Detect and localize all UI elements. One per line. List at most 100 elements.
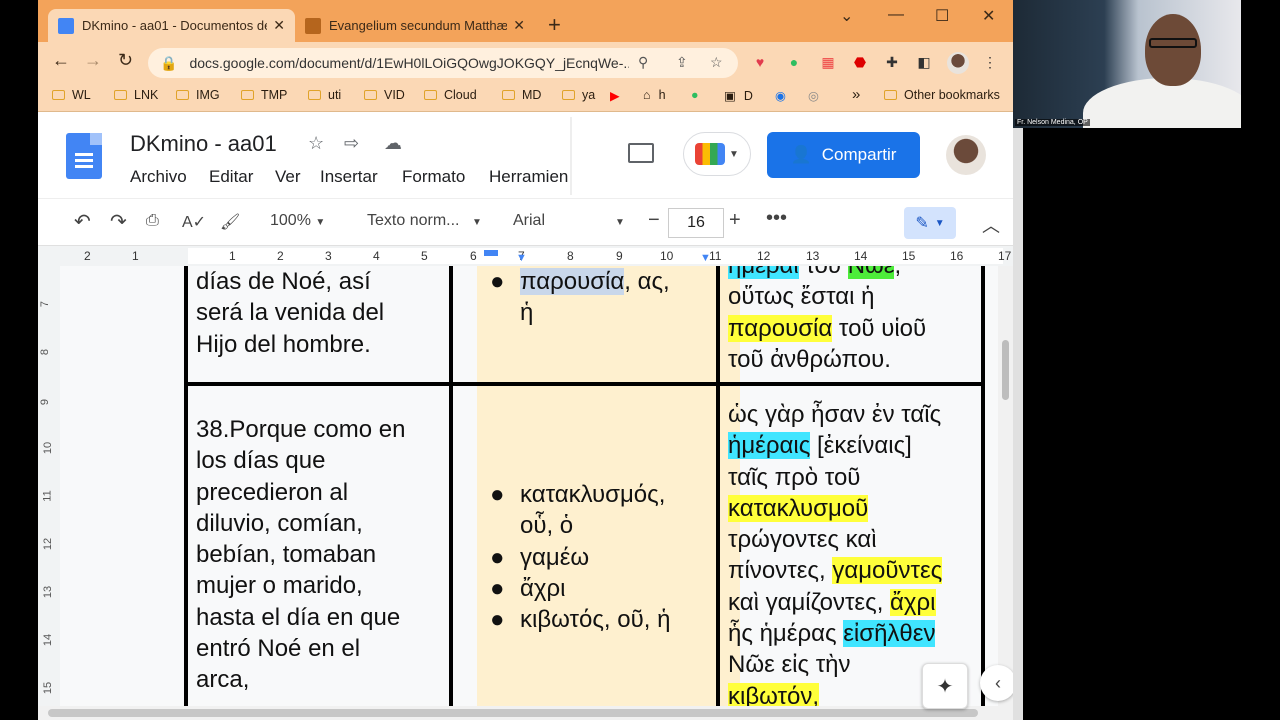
profile-avatar[interactable] [947,52,969,74]
youtube-icon[interactable]: ▶ [610,88,620,103]
menu-insertar[interactable]: Insertar [320,167,378,187]
bookmark-img[interactable]: IMG [176,88,220,102]
star-icon[interactable]: ☆ [710,54,723,71]
comments-icon[interactable] [628,143,654,163]
bookmark-ya[interactable]: ya [562,88,595,102]
extensions-icon[interactable]: ✚ [882,52,902,72]
style-select[interactable]: Texto norm... ▼ [367,212,482,230]
bookmark-label: IMG [196,88,220,102]
row1-spanish[interactable]: días de Noé, así será la venida del Hijo… [196,266,384,360]
row2-vocab[interactable]: ● κατακλυσμός, οὗ, ὁ ● γαμέω ● ἄχρι ● κιβωτό… [490,479,720,635]
side-panel-toggle[interactable]: ‹ [980,665,1016,701]
adblock-icon[interactable]: ⬣ [850,52,870,72]
menu-ver[interactable]: Ver [275,167,301,187]
bookmark-tmp[interactable]: TMP [241,88,287,102]
ruler-number: 10 [660,249,674,263]
address-bar[interactable]: 🔒 docs.google.com/document/d/1EwH0lLOiGQ… [148,48,738,78]
scroll-thumb[interactable] [48,709,978,717]
cloud-status-icon[interactable]: ☁ [384,133,402,154]
row1-vocab[interactable]: ● παρουσία, ας, ἡ [490,266,720,329]
ruler-number: 16 [950,249,964,263]
tab-docs[interactable]: DKmino - aa01 - Documentos de ✕ [48,9,295,42]
bookmark-lnk[interactable]: LNK [114,88,158,102]
bookmark-vid[interactable]: VID [364,88,405,102]
new-tab-button[interactable]: + [548,12,561,38]
forward-button[interactable]: → [84,50,102,71]
tab-stop-icon[interactable]: ▼ [700,252,711,264]
bookmark-uti[interactable]: uti [308,88,341,102]
horizontal-ruler[interactable]: 2 1 1 2 3 4 5 6 7 8 9 10 11 12 13 14 15 … [38,246,1013,266]
close-window-button[interactable]: ✕ [982,6,995,26]
vertical-scrollbar[interactable] [998,266,1013,706]
extension-badge-icon[interactable]: ▦ [818,52,838,72]
greek-word: εἰσῆλθεν [843,620,936,648]
bookmark-h[interactable]: ⌂ h [643,88,666,102]
redo-icon[interactable]: ↷ [110,209,127,234]
row2-spanish[interactable]: 38.Porque como en los días que precedier… [196,414,405,696]
share-icon[interactable]: ⇪ [676,54,688,71]
tab-search-icon[interactable]: ⌄ [840,6,853,26]
maximize-button[interactable]: ☐ [935,6,949,26]
bookmark-cloud[interactable]: Cloud [424,88,477,102]
scroll-thumb[interactable] [1002,340,1009,400]
ruler-number: 6 [470,249,477,263]
google-docs-icon[interactable] [66,133,102,179]
share-button[interactable]: 👤 Compartir [767,132,920,178]
sidepanel-icon[interactable]: ◧ [914,52,934,72]
edge-icon[interactable]: ◉ [775,88,786,103]
menu-editar[interactable]: Editar [209,167,253,187]
more-bookmarks[interactable]: » [852,86,860,103]
explore-button[interactable]: ✦ [922,663,968,709]
ruler-number: 13 [42,585,55,599]
evernote-icon[interactable]: ● [784,52,804,72]
back-button[interactable]: ← [52,50,70,71]
spellcheck-icon[interactable]: A✓ [182,212,206,232]
podcast-icon[interactable]: ◎ [808,88,819,103]
star-icon[interactable]: ☆ [308,133,324,154]
increase-font-button[interactable]: + [729,209,741,232]
home-icon: ⌂ [643,88,651,102]
close-icon[interactable]: ✕ [273,17,285,34]
vertical-ruler[interactable]: 7 8 9 10 11 12 13 14 15 [38,266,60,706]
row1-greek[interactable]: ἡμέραι τοῦ Νῶε, οὕτως ἔσται ἡ παρουσία τ… [728,266,978,375]
reload-button[interactable]: ↻ [118,50,133,71]
close-icon[interactable]: ✕ [513,17,525,34]
font-select[interactable]: Arial ▼ [513,212,625,230]
document-title[interactable]: DKmino - aa01 [130,131,277,157]
document-canvas[interactable]: días de Noé, así será la venida del Hijo… [60,266,1013,706]
ruler-number: 14 [42,633,55,647]
bookmark-label: h [658,88,666,102]
menu-icon[interactable]: ⋮ [980,52,1000,72]
meet-button[interactable]: ▼ [683,132,751,176]
evernote-bookmark-icon[interactable]: ● [691,88,699,102]
menu-archivo[interactable]: Archivo [130,167,187,187]
tab-stop-icon[interactable]: ▼ [516,252,527,264]
collapse-icon[interactable]: ︿ [982,212,1000,238]
text-line: diluvio, comían, [196,509,363,537]
editing-mode-button[interactable]: ✎ ▼ [904,207,956,239]
font-size-input[interactable]: 16 [668,208,724,238]
print-icon[interactable]: ⎙ [146,212,159,230]
more-options-icon[interactable]: ••• [766,207,787,230]
bookmark-wl[interactable]: WL [52,88,91,102]
zoom-select[interactable]: 100% ▼ [270,212,325,230]
zoom-icon[interactable]: ⚲ [638,54,648,71]
indent-marker-icon[interactable] [484,250,498,256]
menu-formato[interactable]: Formato [402,167,465,187]
pocket-icon[interactable]: ♥ [750,52,770,72]
menu-herramientas[interactable]: Herramien [489,167,568,187]
bookmark-d[interactable]: ▣ D [724,88,753,104]
bookmark-md[interactable]: MD [502,88,541,102]
decrease-font-button[interactable]: − [648,209,660,232]
account-avatar[interactable] [946,135,986,175]
horizontal-scrollbar[interactable] [38,706,1013,720]
other-bookmarks[interactable]: Other bookmarks [884,88,1000,102]
row2-greek[interactable]: ὡς γὰρ ἦσαν ἐν ταῖς ἡμέραις [ἐκείναις] τ… [728,399,978,706]
greek-word: ἡμέραι [728,266,799,279]
tab-matthew[interactable]: Evangelium secundum Matthæum ✕ [295,9,535,42]
move-icon[interactable]: ⇨ [344,133,359,154]
minimize-button[interactable]: — [888,6,904,24]
undo-icon[interactable]: ↶ [74,209,91,234]
paint-format-icon[interactable]: 🖌 [220,212,240,232]
bookmark-label: TMP [261,88,288,102]
